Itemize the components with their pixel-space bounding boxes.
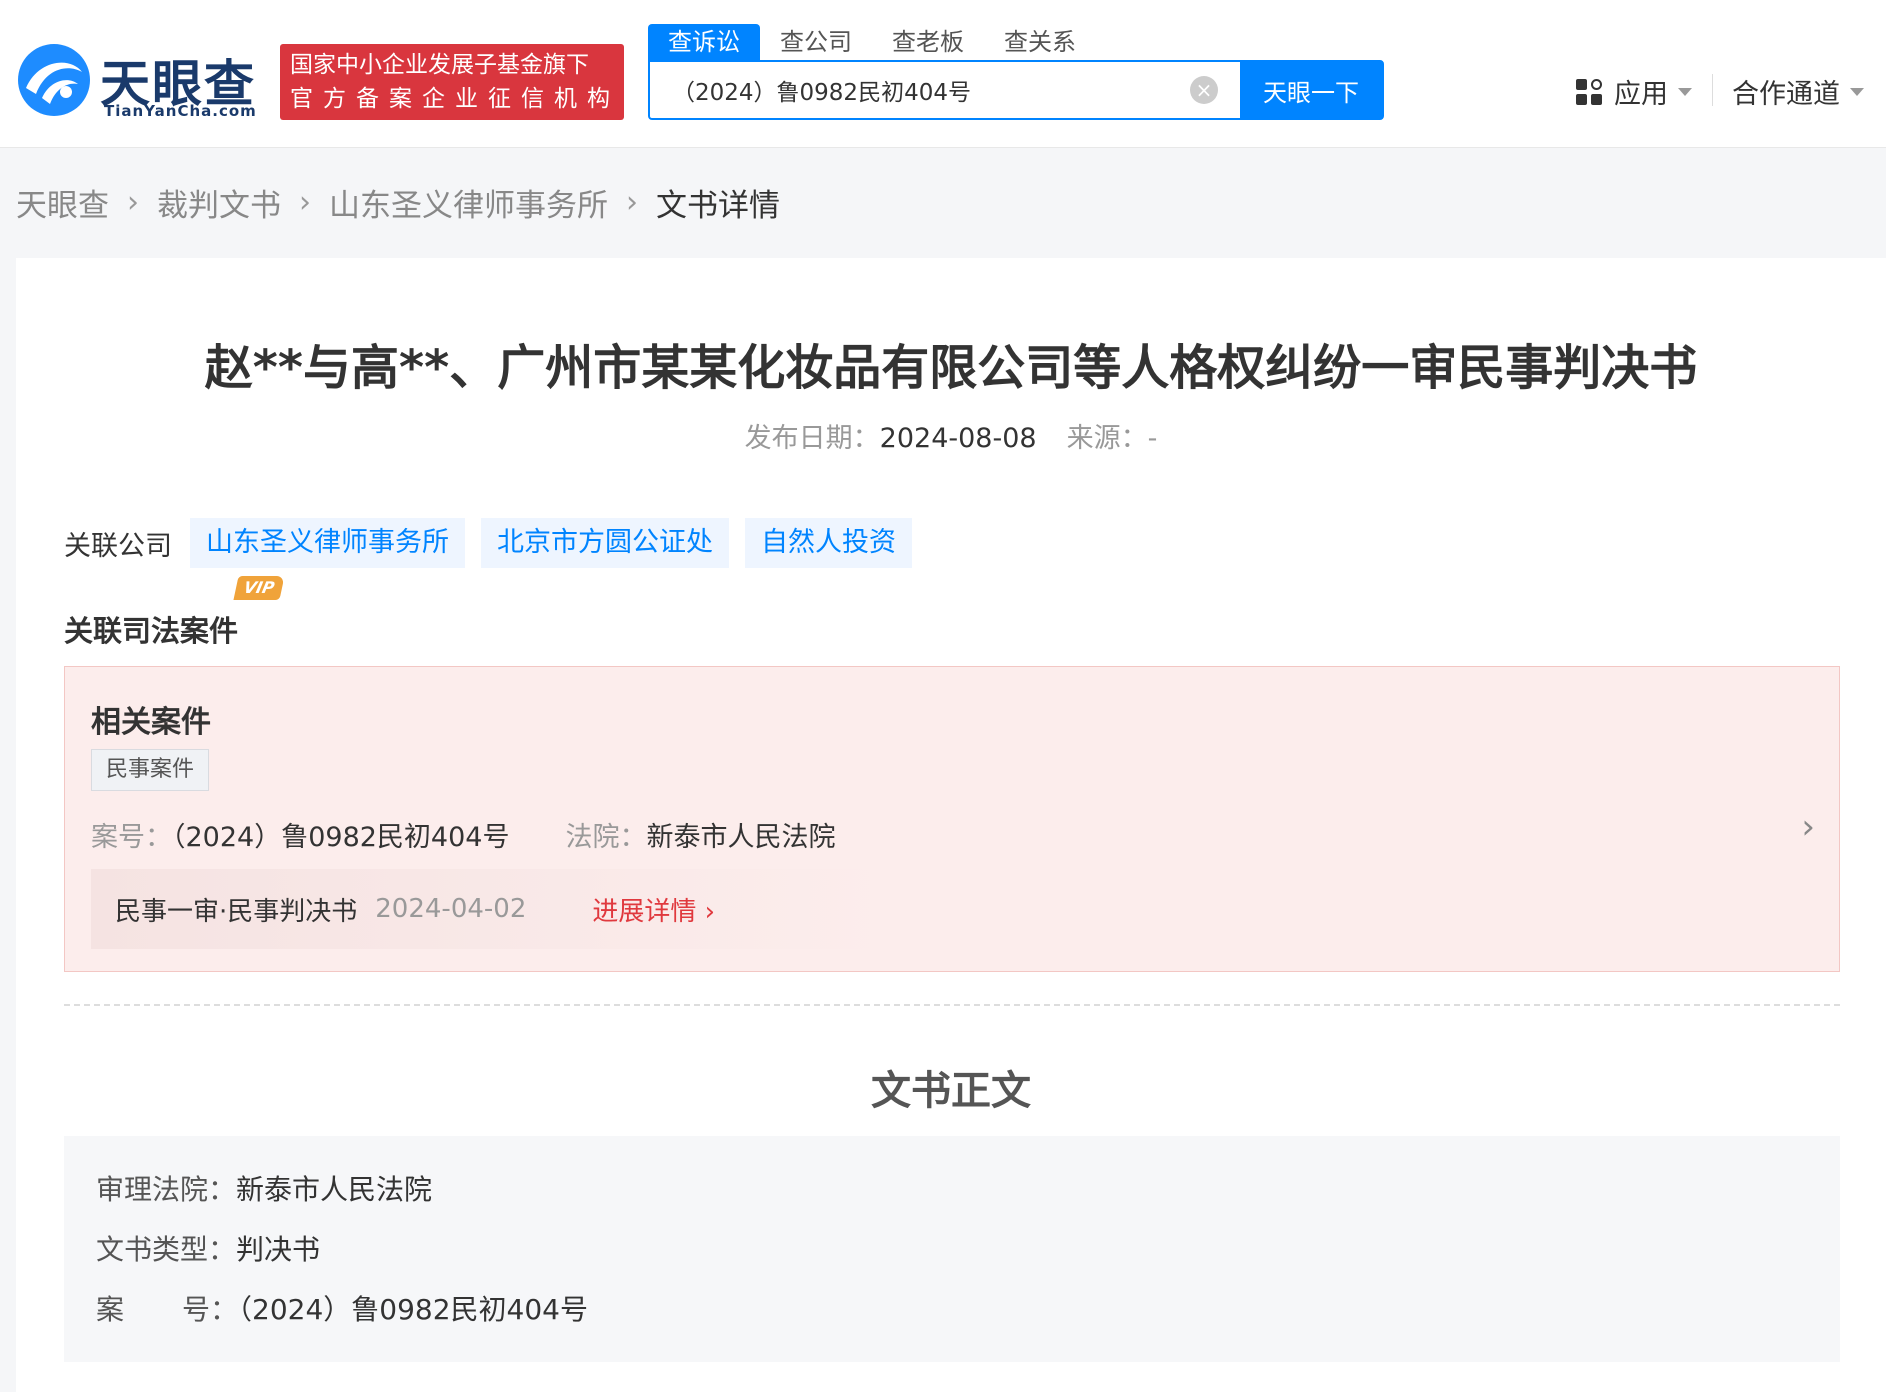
source-value: -	[1147, 423, 1158, 454]
company-tag[interactable]: 自然人投资	[745, 518, 912, 568]
tab-boss[interactable]: 查老板	[872, 24, 984, 60]
progress-date: 2024-04-02	[375, 894, 527, 924]
company-tag[interactable]: 山东圣义律师事务所	[190, 518, 465, 568]
info-type-value: 判决书	[236, 1233, 321, 1266]
info-type-line: 文书类型：判决书	[96, 1220, 1808, 1280]
apps-grid-icon	[1576, 78, 1602, 105]
info-court-value: 新泰市人民法院	[236, 1173, 433, 1206]
caret-down-icon	[1678, 87, 1692, 96]
chevron-right-icon: ›	[299, 185, 311, 220]
publish-date-label: 发布日期：	[744, 423, 880, 454]
related-companies: 关联公司 山东圣义律师事务所 北京市方圆公证处 自然人投资	[64, 518, 928, 568]
court-name: 新泰市人民法院	[646, 822, 836, 853]
case-type-tag: 民事案件	[91, 749, 210, 791]
cooperation-label: 合作通道	[1732, 79, 1840, 110]
progress-name: 民事一审·民事判决书	[115, 896, 358, 927]
document-info-box: 审理法院：新泰市人民法院 文书类型：判决书 案号：（2024）鲁0982民初40…	[64, 1136, 1840, 1362]
chevron-right-icon: ›	[704, 896, 716, 927]
document-body-title: 文书正文	[871, 1067, 1031, 1114]
case-no: （2024）鲁0982民初404号	[172, 822, 510, 853]
tab-company[interactable]: 查公司	[760, 24, 872, 60]
breadcrumb: 天眼查 › 裁判文书 › 山东圣义律师事务所 › 文书详情	[16, 180, 780, 225]
top-header: 天眼查 TianYanCha.com 国家中小企业发展子基金旗下 官方备案企业征…	[0, 0, 1886, 148]
info-case-no-label-b: 号：	[182, 1293, 239, 1326]
related-case-card[interactable]: 相关案件 民事案件 案号：（2024）鲁0982民初404号 法院：新泰市人民法院…	[64, 666, 1840, 972]
source-label: 来源：	[1066, 423, 1148, 454]
badge-line-1: 国家中小企业发展子基金旗下	[290, 52, 589, 78]
search-box: × 天眼一下	[648, 60, 1384, 120]
cooperation-menu[interactable]: 合作通道	[1732, 72, 1864, 111]
tab-relation[interactable]: 查关系	[984, 24, 1096, 60]
chevron-right-icon: ›	[626, 185, 638, 220]
search-button[interactable]: 天眼一下	[1240, 62, 1382, 118]
search-tabs: 查诉讼 查公司 查老板 查关系	[648, 24, 1096, 60]
official-badge: 国家中小企业发展子基金旗下 官方备案企业征信机构	[280, 44, 624, 120]
apps-label: 应用	[1614, 79, 1668, 110]
logo-domain: TianYanCha.com	[104, 102, 257, 120]
case-no-label: 案号：	[91, 822, 172, 853]
tab-lawsuit[interactable]: 查诉讼	[648, 24, 760, 60]
progress-detail-link[interactable]: 进展详情 ›	[592, 891, 715, 928]
search-input[interactable]	[650, 62, 1190, 118]
related-judicial-title: 关联司法案件	[64, 614, 239, 648]
breadcrumb-judgments[interactable]: 裁判文书	[157, 180, 281, 225]
document-title: 赵**与高**、广州市某某化妆品有限公司等人格权纠纷一审民事判决书	[204, 340, 1698, 396]
nav-divider	[1712, 74, 1713, 106]
info-court-line: 审理法院：新泰市人民法院	[96, 1160, 1808, 1220]
tianyancha-logo[interactable]: 天眼查 TianYanCha.com	[16, 42, 266, 124]
clear-icon[interactable]: ×	[1190, 76, 1218, 104]
company-tag[interactable]: 北京市方圆公证处	[481, 518, 729, 568]
case-title: 相关案件	[91, 705, 211, 740]
info-type-label: 文书类型：	[96, 1233, 237, 1266]
vip-badge: VIP	[233, 576, 285, 600]
info-case-no-value: （2024）鲁0982民初404号	[238, 1293, 588, 1326]
related-companies-label: 关联公司	[64, 530, 172, 562]
info-court-label: 审理法院：	[96, 1173, 237, 1206]
case-info-line: 案号：（2024）鲁0982民初404号 法院：新泰市人民法院	[91, 815, 835, 854]
breadcrumb-home[interactable]: 天眼查	[16, 180, 109, 225]
info-case-no-line: 案号：（2024）鲁0982民初404号	[96, 1280, 1808, 1340]
publish-date: 2024-08-08	[879, 423, 1037, 454]
breadcrumb-current: 文书详情	[656, 188, 780, 224]
apps-menu[interactable]: 应用	[1576, 72, 1692, 111]
court-label: 法院：	[565, 822, 647, 853]
document-card: 赵**与高**、广州市某某化妆品有限公司等人格权纠纷一审民事判决书 发布日期：2…	[16, 258, 1886, 1392]
chevron-right-icon: ›	[127, 185, 139, 220]
document-meta: 发布日期：2024-08-08 来源：-	[16, 416, 1886, 455]
eye-logo-icon	[18, 44, 90, 116]
chevron-right-icon[interactable]: ›	[1801, 807, 1815, 847]
case-progress-row: 民事一审·民事判决书 2024-04-02 进展详情 ›	[91, 869, 891, 949]
breadcrumb-law-firm[interactable]: 山东圣义律师事务所	[329, 180, 608, 225]
progress-detail-label: 进展详情	[592, 896, 697, 927]
caret-down-icon	[1850, 87, 1864, 96]
section-divider	[64, 1004, 1840, 1006]
badge-line-2: 官方备案企业征信机构	[290, 86, 620, 112]
info-case-no-label-a: 案	[96, 1293, 183, 1326]
